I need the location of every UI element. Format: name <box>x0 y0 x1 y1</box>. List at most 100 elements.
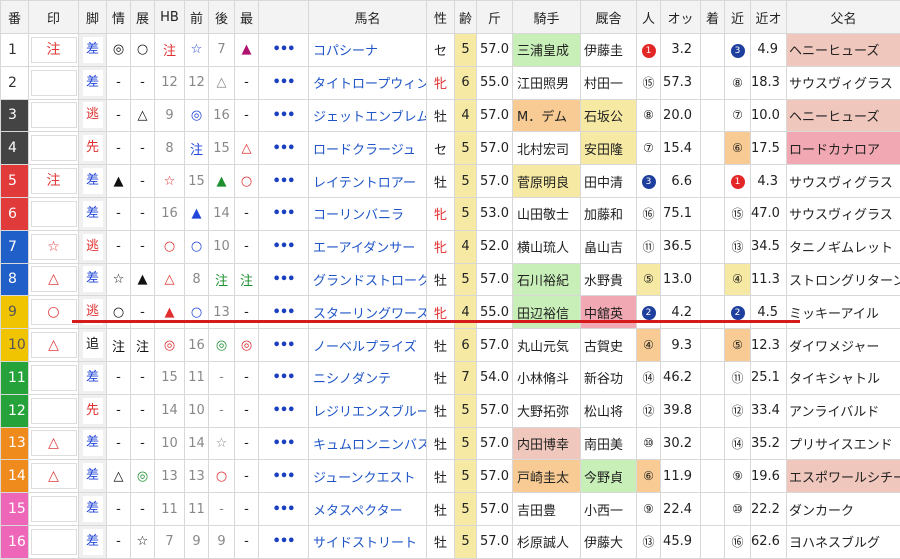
trainer-name[interactable]: 新谷功 <box>581 361 637 394</box>
table-row[interactable]: 12先--1410--•••レジリエンスブルー牡557.0大野拓弥松山将⑫39.… <box>1 394 900 427</box>
sire-name[interactable]: ロードカナロア <box>787 132 900 165</box>
table-row[interactable]: 6差--16▲14-•••コーリンバニラ牝553.0山田敬士加藤和⑯75.1⑮4… <box>1 197 900 230</box>
col-header-odds[interactable]: オッ <box>661 1 701 34</box>
mark-box[interactable]: △ <box>31 430 77 456</box>
more-menu-icon[interactable]: ••• <box>259 329 309 362</box>
horse-name-link[interactable]: グランドストローク <box>309 263 427 296</box>
sire-name[interactable]: ミッキーアイル <box>787 296 900 329</box>
mark-box[interactable]: △ <box>31 332 77 358</box>
more-menu-icon[interactable]: ••• <box>259 361 309 394</box>
horse-name-link[interactable]: ジェットエンブレム <box>309 99 427 132</box>
table-row[interactable]: 13△差--1014☆-•••キュムロンニンバス牡557.0内田博幸南田美⑩30… <box>1 427 900 460</box>
col-header-weight[interactable]: 斤 <box>477 1 513 34</box>
trainer-name[interactable]: 松山将 <box>581 394 637 427</box>
sire-name[interactable]: ヨハネスブルグ <box>787 525 900 558</box>
trainer-name[interactable]: 小西一 <box>581 493 637 526</box>
mark-box[interactable]: ○ <box>31 299 77 325</box>
trainer-name[interactable]: 南田美 <box>581 427 637 460</box>
trainer-name[interactable]: 畠山吉 <box>581 230 637 263</box>
horse-name-link[interactable]: ジューンクエスト <box>309 460 427 493</box>
jockey-name[interactable]: 横山琉人 <box>513 230 581 263</box>
trainer-name[interactable]: 古賀史 <box>581 329 637 362</box>
col-header-back[interactable]: 後 <box>209 1 235 34</box>
col-header-hb[interactable]: HB <box>155 1 185 34</box>
jockey-name[interactable]: 山田敬士 <box>513 197 581 230</box>
more-menu-icon[interactable]: ••• <box>259 230 309 263</box>
mark-box[interactable]: 注 <box>31 168 77 194</box>
prediction-mark[interactable] <box>29 394 79 427</box>
col-header-trainer[interactable]: 厩舎 <box>581 1 637 34</box>
more-menu-icon[interactable]: ••• <box>259 197 309 230</box>
col-header-info[interactable]: 情 <box>107 1 131 34</box>
col-header-recent-odds[interactable]: 近オ <box>751 1 787 34</box>
prediction-mark[interactable]: △ <box>29 329 79 362</box>
col-header-jockey[interactable]: 騎手 <box>513 1 581 34</box>
prediction-mark[interactable] <box>29 132 79 165</box>
trainer-name[interactable]: 今野貞 <box>581 460 637 493</box>
horse-name-link[interactable]: スターリングワース <box>309 296 427 329</box>
table-row[interactable]: 16差-☆799-•••サイドストリート牡557.0杉原誠人伊藤大⑬45.9⑯6… <box>1 525 900 558</box>
col-header-development[interactable]: 展 <box>131 1 155 34</box>
trainer-name[interactable]: 安田隆 <box>581 132 637 165</box>
table-row[interactable]: 8△差☆▲△8注注•••グランドストローク牡557.0石川裕紀水野貴⑤13.0④… <box>1 263 900 296</box>
more-menu-icon[interactable]: ••• <box>259 493 309 526</box>
horse-name-link[interactable]: タイトロープウィン <box>309 66 427 99</box>
table-row[interactable]: 11差--1511--•••ニシノダンテ牡754.0小林脩斗新谷功⑭46.2⑪2… <box>1 361 900 394</box>
mark-box[interactable]: ☆ <box>31 234 77 260</box>
sire-name[interactable]: サウスヴィグラス <box>787 165 900 198</box>
sire-name[interactable]: アンライバルド <box>787 394 900 427</box>
jockey-name[interactable]: 丸山元気 <box>513 329 581 362</box>
horse-name-link[interactable]: コーリンバニラ <box>309 197 427 230</box>
jockey-name[interactable]: 吉田豊 <box>513 493 581 526</box>
horse-name-link[interactable]: コパシーナ <box>309 34 427 67</box>
prediction-mark[interactable]: ○ <box>29 296 79 329</box>
col-header-sex[interactable]: 性 <box>427 1 455 34</box>
mark-box[interactable] <box>31 398 77 424</box>
col-header-number[interactable]: 番 <box>1 1 29 34</box>
table-row[interactable]: 7☆逃--○○10-•••エーアイダンサー牝452.0横山琉人畠山吉⑪36.5⑬… <box>1 230 900 263</box>
more-menu-icon[interactable]: ••• <box>259 99 309 132</box>
horse-name-link[interactable]: エーアイダンサー <box>309 230 427 263</box>
sire-name[interactable]: エスポワールシチー <box>787 460 900 493</box>
prediction-mark[interactable]: △ <box>29 460 79 493</box>
horse-name-link[interactable]: レジリエンスブルー <box>309 394 427 427</box>
more-menu-icon[interactable]: ••• <box>259 66 309 99</box>
jockey-name[interactable]: 杉原誠人 <box>513 525 581 558</box>
prediction-mark[interactable] <box>29 197 79 230</box>
trainer-name[interactable]: 伊藤圭 <box>581 34 637 67</box>
prediction-mark[interactable]: ☆ <box>29 230 79 263</box>
sire-name[interactable]: タニノギムレット <box>787 230 900 263</box>
jockey-name[interactable]: 江田照男 <box>513 66 581 99</box>
horse-name-link[interactable]: キュムロンニンバス <box>309 427 427 460</box>
mark-box[interactable]: △ <box>31 463 77 489</box>
trainer-name[interactable]: 村田一 <box>581 66 637 99</box>
prediction-mark[interactable] <box>29 493 79 526</box>
more-menu-icon[interactable]: ••• <box>259 427 309 460</box>
sire-name[interactable]: ヘニーヒューズ <box>787 34 900 67</box>
prediction-mark[interactable] <box>29 525 79 558</box>
jockey-name[interactable]: 大野拓弥 <box>513 394 581 427</box>
more-menu-icon[interactable]: ••• <box>259 263 309 296</box>
jockey-name[interactable]: 菅原明良 <box>513 165 581 198</box>
col-header-mark[interactable]: 印 <box>29 1 79 34</box>
sire-name[interactable]: ダンカーク <box>787 493 900 526</box>
more-menu-icon[interactable]: ••• <box>259 296 309 329</box>
prediction-mark[interactable] <box>29 99 79 132</box>
more-menu-icon[interactable]: ••• <box>259 132 309 165</box>
mark-box[interactable] <box>31 70 77 96</box>
jockey-name[interactable]: 石川裕紀 <box>513 263 581 296</box>
more-menu-icon[interactable]: ••• <box>259 460 309 493</box>
horse-name-link[interactable]: ノーベルプライズ <box>309 329 427 362</box>
col-header-age[interactable]: 齢 <box>455 1 477 34</box>
sire-name[interactable]: ダイワメジャー <box>787 329 900 362</box>
more-menu-icon[interactable]: ••• <box>259 34 309 67</box>
mark-box[interactable] <box>31 496 77 522</box>
prediction-mark[interactable]: 注 <box>29 34 79 67</box>
table-row[interactable]: 14△差△◎1313○-•••ジューンクエスト牡557.0戸崎圭太今野貞⑥11.… <box>1 460 900 493</box>
trainer-name[interactable]: 田中清 <box>581 165 637 198</box>
prediction-mark[interactable] <box>29 361 79 394</box>
col-header-running-style[interactable]: 脚 <box>79 1 107 34</box>
horse-name-link[interactable]: サイドストリート <box>309 525 427 558</box>
table-row[interactable]: 5注差▲-☆15▲○•••レイテントロアー牡557.0菅原明良田中清36.614… <box>1 165 900 198</box>
col-header-best[interactable]: 最 <box>235 1 259 34</box>
